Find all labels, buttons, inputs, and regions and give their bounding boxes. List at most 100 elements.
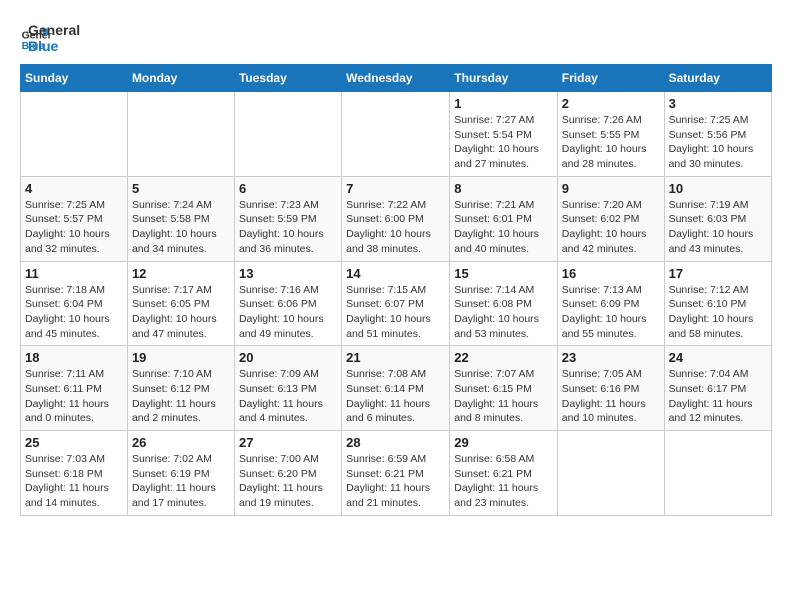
- day-number: 16: [562, 266, 660, 281]
- day-number: 7: [346, 181, 445, 196]
- day-number: 15: [454, 266, 553, 281]
- calendar-cell: 4Sunrise: 7:25 AM Sunset: 5:57 PM Daylig…: [21, 176, 128, 261]
- day-number: 11: [25, 266, 123, 281]
- calendar-cell: 20 Sunrise: 7:09 AM Sunset: 6:13 PM Dayli…: [234, 346, 341, 431]
- day-number: 3: [669, 96, 767, 111]
- calendar-cell: 2Sunrise: 7:26 AM Sunset: 5:55 PM Daylig…: [557, 92, 664, 177]
- calendar-cell: 14 Sunrise: 7:15 AM Sunset: 6:07 PM Dayli…: [342, 261, 450, 346]
- day-info: Sunrise: 7:10 AM Sunset: 6:12 PM Dayligh…: [132, 367, 230, 426]
- calendar-cell: 10 Sunrise: 7:19 AM Sunset: 6:03 PM Dayli…: [664, 176, 771, 261]
- col-header-wednesday: Wednesday: [342, 65, 450, 92]
- day-info: Sunrise: 7:11 AM Sunset: 6:11 PM Dayligh…: [25, 367, 123, 426]
- calendar-cell: 3 Sunrise: 7:25 AM Sunset: 5:56 PM Daylig…: [664, 92, 771, 177]
- day-info: Sunrise: 7:25 AM Sunset: 5:56 PM Dayligh…: [669, 113, 767, 172]
- day-number: 10: [669, 181, 767, 196]
- day-number: 20: [239, 350, 337, 365]
- calendar-cell: 6 Sunrise: 7:23 AM Sunset: 5:59 PM Daylig…: [234, 176, 341, 261]
- day-number: 18: [25, 350, 123, 365]
- day-number: 17: [669, 266, 767, 281]
- calendar-cell: 26 Sunrise: 7:02 AM Sunset: 6:19 PM Dayli…: [127, 431, 234, 516]
- day-number: 28: [346, 435, 445, 450]
- calendar-cell: 15 Sunrise: 7:14 AM Sunset: 6:08 PM Dayli…: [450, 261, 558, 346]
- calendar-cell: [557, 431, 664, 516]
- calendar-cell: [664, 431, 771, 516]
- day-number: 19: [132, 350, 230, 365]
- week-row-4: 18 Sunrise: 7:11 AM Sunset: 6:11 PM Dayli…: [21, 346, 772, 431]
- day-info: Sunrise: 6:59 AM Sunset: 6:21 PM Dayligh…: [346, 452, 445, 511]
- calendar-cell: 9 Sunrise: 7:20 AM Sunset: 6:02 PM Daylig…: [557, 176, 664, 261]
- calendar-cell: 18 Sunrise: 7:11 AM Sunset: 6:11 PM Dayli…: [21, 346, 128, 431]
- logo: General Blue General Blue: [20, 20, 80, 54]
- calendar-cell: 12 Sunrise: 7:17 AM Sunset: 6:05 PM Dayli…: [127, 261, 234, 346]
- day-number: 23: [562, 350, 660, 365]
- calendar-cell: 29Sunrise: 6:58 AM Sunset: 6:21 PM Dayli…: [450, 431, 558, 516]
- day-number: 14: [346, 266, 445, 281]
- day-number: 5: [132, 181, 230, 196]
- col-header-sunday: Sunday: [21, 65, 128, 92]
- day-info: Sunrise: 7:13 AM Sunset: 6:09 PM Dayligh…: [562, 283, 660, 342]
- calendar-cell: 13Sunrise: 7:16 AM Sunset: 6:06 PM Dayli…: [234, 261, 341, 346]
- week-row-5: 25 Sunrise: 7:03 AM Sunset: 6:18 PM Dayli…: [21, 431, 772, 516]
- col-header-friday: Friday: [557, 65, 664, 92]
- day-info: Sunrise: 7:09 AM Sunset: 6:13 PM Dayligh…: [239, 367, 337, 426]
- calendar-cell: 22 Sunrise: 7:07 AM Sunset: 6:15 PM Dayli…: [450, 346, 558, 431]
- day-number: 22: [454, 350, 553, 365]
- calendar-table: SundayMondayTuesdayWednesdayThursdayFrid…: [20, 64, 772, 516]
- day-number: 24: [669, 350, 767, 365]
- calendar-cell: 1Sunrise: 7:27 AM Sunset: 5:54 PM Daylig…: [450, 92, 558, 177]
- day-info: Sunrise: 7:20 AM Sunset: 6:02 PM Dayligh…: [562, 198, 660, 257]
- day-number: 25: [25, 435, 123, 450]
- calendar-cell: 25 Sunrise: 7:03 AM Sunset: 6:18 PM Dayli…: [21, 431, 128, 516]
- calendar-cell: 27 Sunrise: 7:00 AM Sunset: 6:20 PM Dayli…: [234, 431, 341, 516]
- calendar-cell: [342, 92, 450, 177]
- day-info: Sunrise: 7:24 AM Sunset: 5:58 PM Dayligh…: [132, 198, 230, 257]
- calendar-cell: 11 Sunrise: 7:18 AM Sunset: 6:04 PM Dayli…: [21, 261, 128, 346]
- col-header-monday: Monday: [127, 65, 234, 92]
- day-info: Sunrise: 7:18 AM Sunset: 6:04 PM Dayligh…: [25, 283, 123, 342]
- day-number: 26: [132, 435, 230, 450]
- calendar-cell: [21, 92, 128, 177]
- calendar-cell: 23 Sunrise: 7:05 AM Sunset: 6:16 PM Dayli…: [557, 346, 664, 431]
- day-info: Sunrise: 7:00 AM Sunset: 6:20 PM Dayligh…: [239, 452, 337, 511]
- day-info: Sunrise: 7:12 AM Sunset: 6:10 PM Dayligh…: [669, 283, 767, 342]
- day-info: Sunrise: 7:08 AM Sunset: 6:14 PM Dayligh…: [346, 367, 445, 426]
- day-number: 21: [346, 350, 445, 365]
- header: General Blue General Blue: [20, 20, 772, 54]
- day-info: Sunrise: 7:15 AM Sunset: 6:07 PM Dayligh…: [346, 283, 445, 342]
- day-info: Sunrise: 7:17 AM Sunset: 6:05 PM Dayligh…: [132, 283, 230, 342]
- day-number: 12: [132, 266, 230, 281]
- day-info: Sunrise: 7:05 AM Sunset: 6:16 PM Dayligh…: [562, 367, 660, 426]
- col-header-saturday: Saturday: [664, 65, 771, 92]
- day-info: Sunrise: 7:19 AM Sunset: 6:03 PM Dayligh…: [669, 198, 767, 257]
- calendar-cell: 16 Sunrise: 7:13 AM Sunset: 6:09 PM Dayli…: [557, 261, 664, 346]
- day-info: Sunrise: 7:07 AM Sunset: 6:15 PM Dayligh…: [454, 367, 553, 426]
- calendar-cell: 7 Sunrise: 7:22 AM Sunset: 6:00 PM Daylig…: [342, 176, 450, 261]
- day-info: Sunrise: 7:16 AM Sunset: 6:06 PM Dayligh…: [239, 283, 337, 342]
- day-info: Sunrise: 7:23 AM Sunset: 5:59 PM Dayligh…: [239, 198, 337, 257]
- day-number: 9: [562, 181, 660, 196]
- day-number: 6: [239, 181, 337, 196]
- calendar-cell: 8Sunrise: 7:21 AM Sunset: 6:01 PM Daylig…: [450, 176, 558, 261]
- calendar-cell: 21 Sunrise: 7:08 AM Sunset: 6:14 PM Dayli…: [342, 346, 450, 431]
- week-row-3: 11 Sunrise: 7:18 AM Sunset: 6:04 PM Dayli…: [21, 261, 772, 346]
- day-info: Sunrise: 7:04 AM Sunset: 6:17 PM Dayligh…: [669, 367, 767, 426]
- calendar-cell: [234, 92, 341, 177]
- day-info: Sunrise: 7:25 AM Sunset: 5:57 PM Dayligh…: [25, 198, 123, 257]
- day-number: 27: [239, 435, 337, 450]
- day-info: Sunrise: 6:58 AM Sunset: 6:21 PM Dayligh…: [454, 452, 553, 511]
- day-info: Sunrise: 7:14 AM Sunset: 6:08 PM Dayligh…: [454, 283, 553, 342]
- calendar-cell: 5 Sunrise: 7:24 AM Sunset: 5:58 PM Daylig…: [127, 176, 234, 261]
- week-row-1: 1Sunrise: 7:27 AM Sunset: 5:54 PM Daylig…: [21, 92, 772, 177]
- week-row-2: 4Sunrise: 7:25 AM Sunset: 5:57 PM Daylig…: [21, 176, 772, 261]
- col-header-tuesday: Tuesday: [234, 65, 341, 92]
- day-info: Sunrise: 7:26 AM Sunset: 5:55 PM Dayligh…: [562, 113, 660, 172]
- calendar-cell: [127, 92, 234, 177]
- day-info: Sunrise: 7:27 AM Sunset: 5:54 PM Dayligh…: [454, 113, 553, 172]
- calendar-cell: 28 Sunrise: 6:59 AM Sunset: 6:21 PM Dayli…: [342, 431, 450, 516]
- calendar-cell: 17 Sunrise: 7:12 AM Sunset: 6:10 PM Dayli…: [664, 261, 771, 346]
- day-info: Sunrise: 7:22 AM Sunset: 6:00 PM Dayligh…: [346, 198, 445, 257]
- day-info: Sunrise: 7:02 AM Sunset: 6:19 PM Dayligh…: [132, 452, 230, 511]
- day-info: Sunrise: 7:21 AM Sunset: 6:01 PM Dayligh…: [454, 198, 553, 257]
- day-info: Sunrise: 7:03 AM Sunset: 6:18 PM Dayligh…: [25, 452, 123, 511]
- col-header-thursday: Thursday: [450, 65, 558, 92]
